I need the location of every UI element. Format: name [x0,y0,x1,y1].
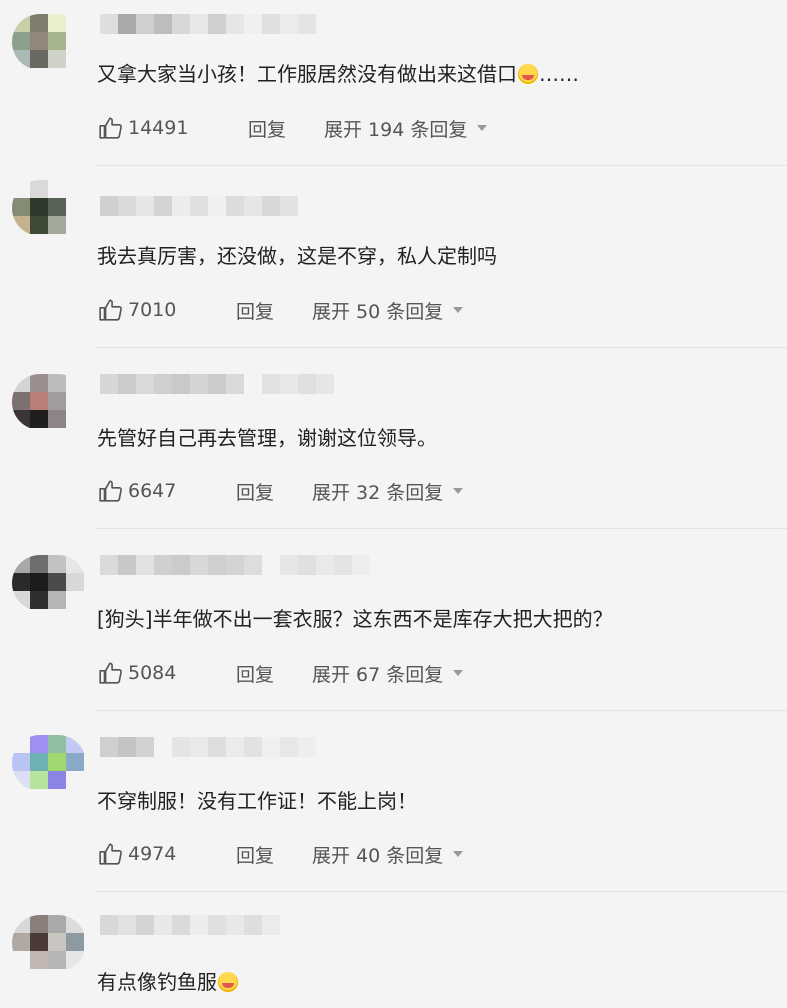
username-blurred[interactable] [100,14,316,34]
expand-replies-label: 展开 194 条回复 [324,118,468,141]
username-blurred[interactable] [100,915,280,935]
thumbs-up-icon [99,117,122,139]
expand-replies-button[interactable]: 展开 50 条回复 [312,297,464,324]
expand-replies-button[interactable]: 展开 40 条回复 [312,841,464,868]
chevron-down-icon [453,670,464,676]
reply-button[interactable]: 回复 [248,115,324,142]
avatar[interactable] [12,915,86,971]
comment-text: 先管好自己再去管理，谢谢这位领导。 [97,426,437,450]
thumbs-up-icon [99,480,122,502]
avatar[interactable] [12,374,86,430]
reply-button[interactable]: 回复 [236,478,312,505]
username-blurred[interactable] [100,374,334,394]
chevron-down-icon [477,125,488,131]
like-count: 6647 [128,480,177,502]
comment-text: 不穿制服！没有工作证！不能上岗！ [97,789,417,813]
like-count: 14491 [128,117,189,139]
comment-text: [狗头]半年做不出一套衣服？这东西不是库存大把大把的？ [97,607,613,631]
reply-button[interactable]: 回复 [236,841,312,868]
comment-text: 又拿大家当小孩！工作服居然没有做出来这借口…… [97,62,579,86]
reply-button[interactable]: 回复 [236,660,312,687]
username-blurred[interactable] [100,555,370,575]
expand-replies-button[interactable]: 展开 194 条回复 [324,115,488,142]
divider [96,710,787,711]
like-button[interactable]: 7010 [98,297,236,323]
thumbs-up-icon [99,843,122,865]
comment-text: 我去真厉害，还没做，这是不穿，私人定制吗 [97,244,497,268]
thumbs-up-icon [99,299,122,321]
divider [96,347,787,348]
avatar[interactable] [12,180,86,236]
like-button[interactable]: 5084 [98,660,236,686]
like-button[interactable]: 4974 [98,841,236,867]
like-count: 5084 [128,662,177,684]
username-blurred[interactable] [100,737,316,757]
divider [96,528,787,529]
expand-replies-label: 展开 40 条回复 [312,844,444,867]
expand-replies-button[interactable]: 展开 67 条回复 [312,660,464,687]
chevron-down-icon [453,488,464,494]
divider [96,891,787,892]
comment-text: 有点像钓鱼服 [97,968,239,996]
reply-button[interactable]: 回复 [236,297,312,324]
expand-replies-button[interactable]: 展开 32 条回复 [312,478,464,505]
chevron-down-icon [453,307,464,313]
laugh-cry-icon [518,64,538,84]
like-button[interactable]: 14491 [98,115,248,141]
divider [96,165,787,166]
expand-replies-label: 展开 50 条回复 [312,300,444,323]
like-button[interactable]: 6647 [98,478,236,504]
laugh-cry-icon [218,972,238,992]
avatar[interactable] [12,555,86,611]
username-blurred[interactable] [100,196,298,216]
chevron-down-icon [453,851,464,857]
avatar[interactable] [12,14,86,70]
thumbs-up-icon [99,662,122,684]
like-count: 7010 [128,299,177,321]
expand-replies-label: 展开 67 条回复 [312,663,444,686]
like-count: 4974 [128,843,177,865]
expand-replies-label: 展开 32 条回复 [312,481,444,504]
avatar[interactable] [12,735,86,791]
